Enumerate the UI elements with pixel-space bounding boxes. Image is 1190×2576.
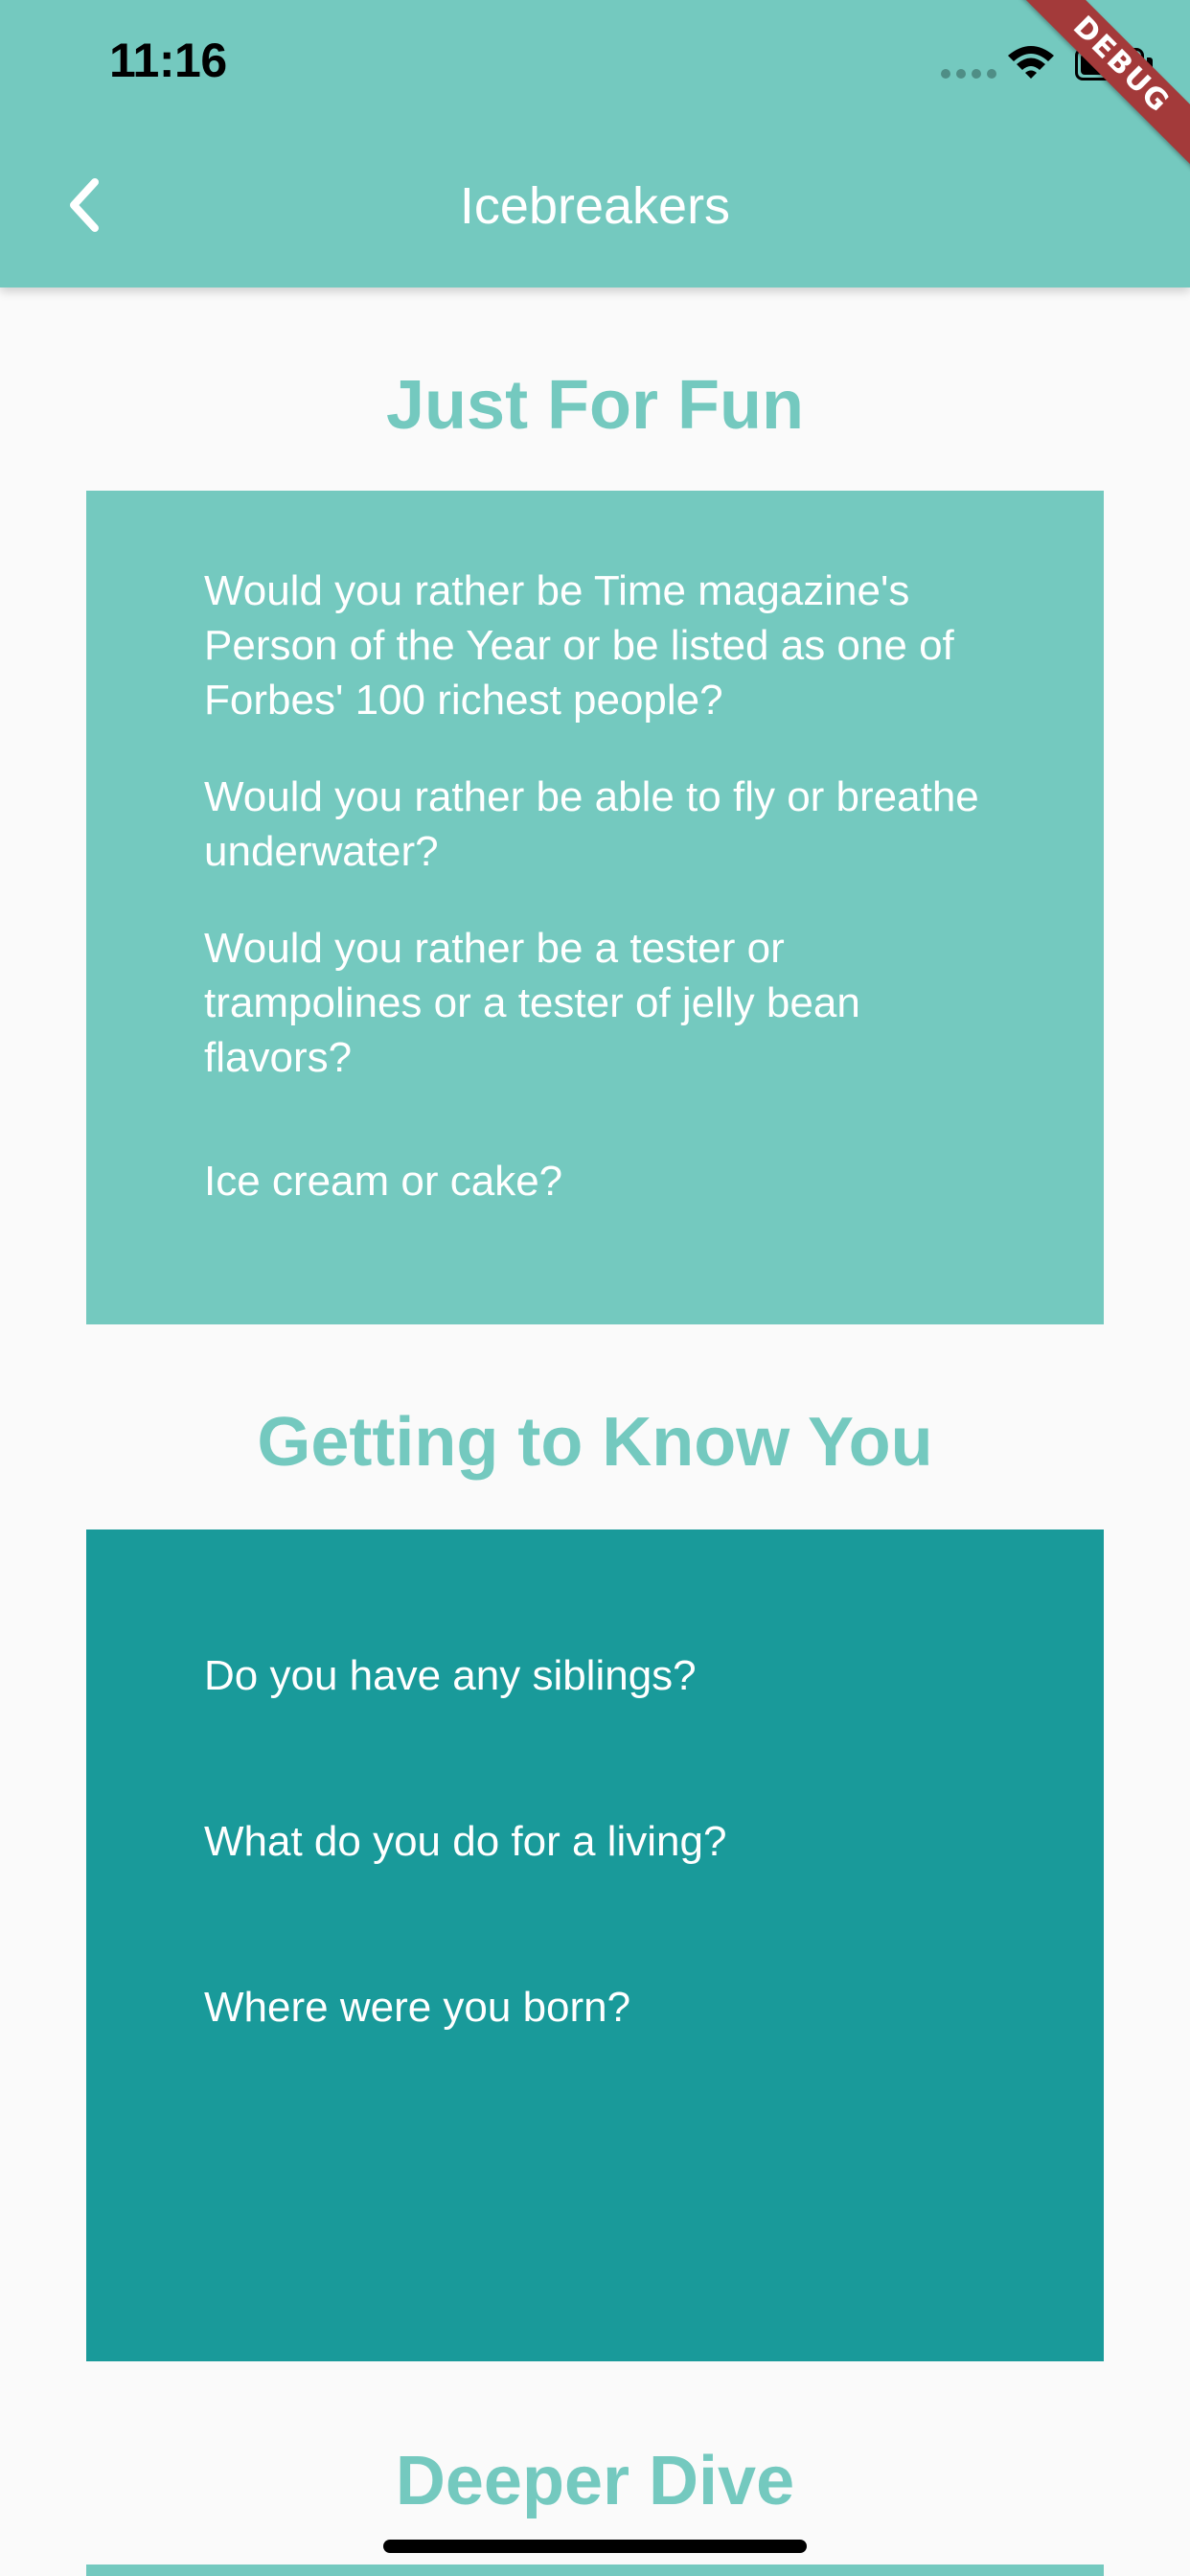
question-card-deeper-dive bbox=[86, 2564, 1104, 2576]
question-card-just-for-fun: Would you rather be Time magazine's Pers… bbox=[86, 491, 1104, 1324]
page-title: Icebreakers bbox=[459, 177, 731, 235]
question-item[interactable]: Ice cream or cake? bbox=[204, 1154, 1008, 1208]
section-title-getting-to-know-you: Getting to Know You bbox=[257, 1404, 933, 1481]
battery-icon bbox=[1075, 48, 1144, 80]
question-item[interactable]: What do you do for a living? bbox=[204, 1814, 1008, 1869]
question-item[interactable]: Would you rather be Time magazine's Pers… bbox=[204, 564, 1008, 727]
cellular-signal-icon bbox=[941, 69, 996, 79]
wifi-icon bbox=[1008, 46, 1054, 79]
question-item[interactable]: Where were you born? bbox=[204, 1980, 1008, 2035]
status-icons bbox=[903, 0, 1190, 134]
section-title-just-for-fun: Just For Fun bbox=[386, 367, 804, 444]
question-card-getting-to-know-you: Do you have any siblings? What do you do… bbox=[86, 1530, 1104, 2361]
section-title-deeper-dive: Deeper Dive bbox=[395, 2443, 795, 2519]
battery-tip bbox=[1147, 58, 1153, 71]
status-time: 11:16 bbox=[109, 34, 227, 87]
question-item[interactable]: Would you rather be able to fly or breat… bbox=[204, 770, 1008, 879]
home-indicator[interactable] bbox=[383, 2540, 807, 2553]
question-item[interactable]: Would you rather be a tester or trampoli… bbox=[204, 921, 1008, 1085]
app-bar: 11:16 DEBUG Icebreakers bbox=[0, 0, 1190, 288]
question-item[interactable]: Do you have any siblings? bbox=[204, 1648, 1008, 1703]
